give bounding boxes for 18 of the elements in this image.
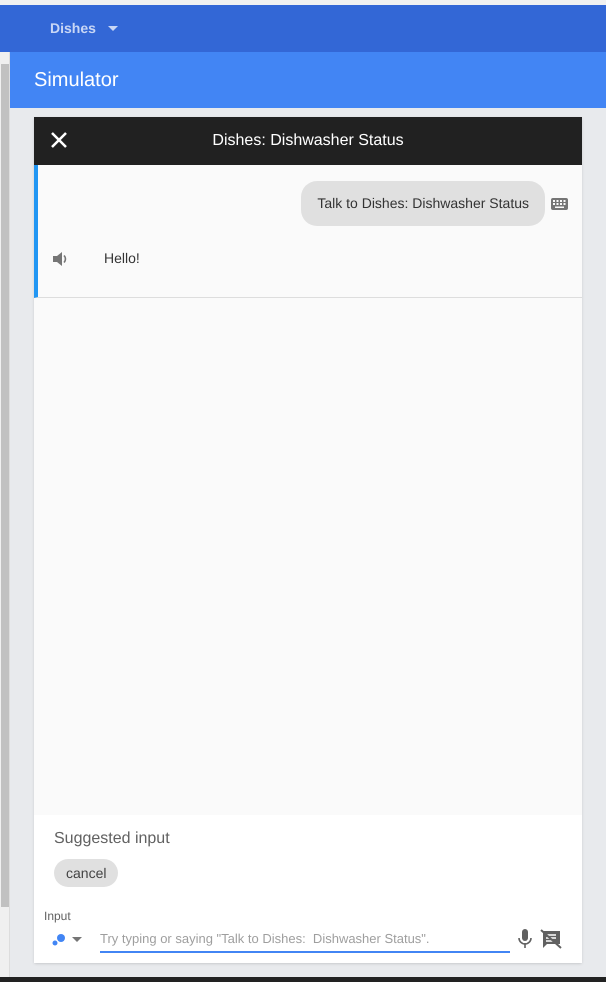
caret-icon [108,26,118,31]
suggested-title: Suggested input [54,829,171,849]
suggestion-chip[interactable]: cancel [54,859,118,887]
user-message: Talk to Dishes: Dishwasher Status [301,181,545,226]
assistant-message: Hello! [104,249,140,268]
close-icon [50,131,68,149]
input-label: Input [44,908,72,925]
microphone-icon[interactable] [518,929,532,949]
project-dropdown[interactable]: Dishes [50,18,118,39]
keyboard-icon [551,198,568,210]
simulator-title: Dishes: Dishwasher Status [212,131,404,151]
assistant-dots-icon [52,932,66,946]
close-button[interactable] [50,131,68,149]
caret-icon [72,936,82,942]
header-title: Simulator [34,68,118,93]
scrollbar[interactable] [0,52,10,977]
input-field[interactable]: Try typing or saying "Talk to Dishes: Dishwasher Status". [100,925,510,953]
no-display-icon[interactable] [540,929,562,949]
